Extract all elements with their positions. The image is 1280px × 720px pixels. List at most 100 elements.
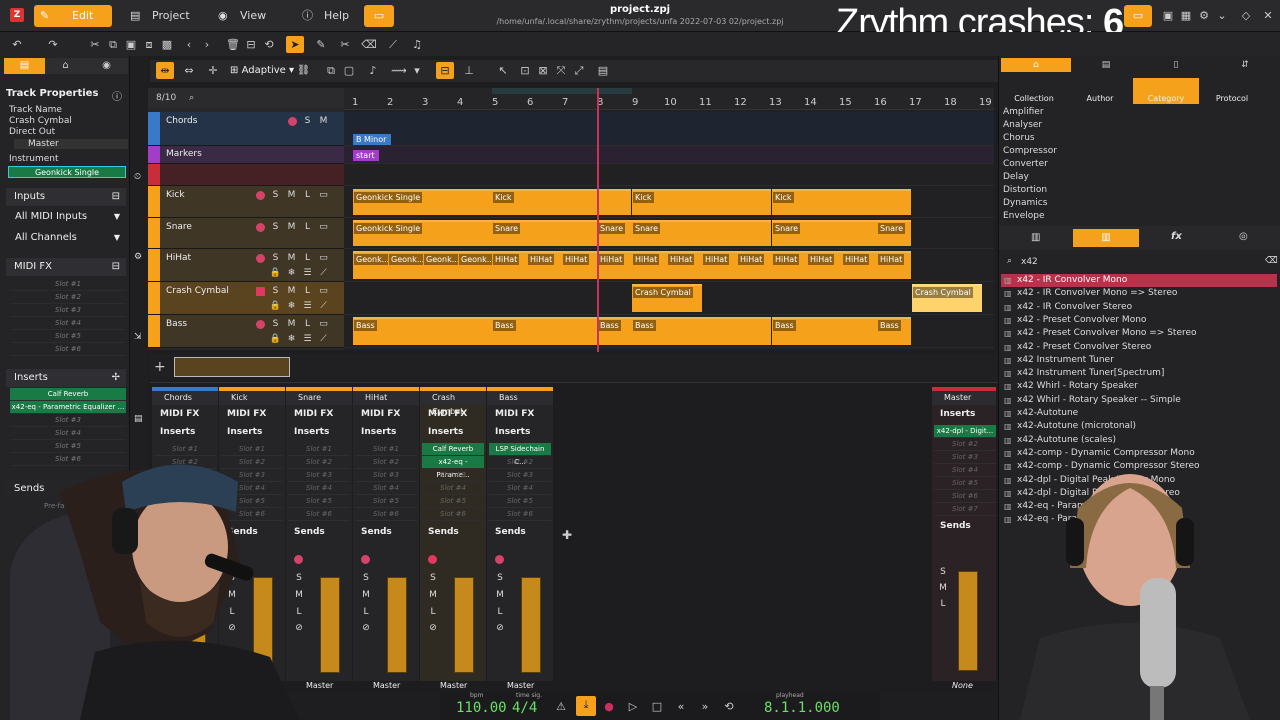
snare-region[interactable]: Snare xyxy=(632,220,771,246)
kick-region[interactable]: Geonkick Single xyxy=(353,189,492,215)
move-icon[interactable]: ✛ xyxy=(204,62,222,79)
track-snare[interactable]: Snare S M L ▭ xyxy=(148,218,344,249)
category-item[interactable]: Chorus xyxy=(1003,133,1035,143)
plugin-item[interactable]: ▥ x42 Instrument Tuner xyxy=(1001,354,1277,367)
insert-slot[interactable]: Slot #3 xyxy=(10,414,126,427)
mixer-icon[interactable]: ▤ xyxy=(134,414,143,424)
tab-plugin-browser[interactable]: ⌂ xyxy=(1001,58,1071,72)
knob-icon[interactable]: ✢ xyxy=(112,369,120,387)
redo-icon[interactable]: ↷ xyxy=(44,36,62,53)
record-icon[interactable]: ● xyxy=(600,698,618,715)
zoom-out-icon[interactable]: ⊠ xyxy=(534,62,552,79)
music-note-icon[interactable]: ♪ xyxy=(364,62,382,79)
hihat-region[interactable]: HiHat xyxy=(492,251,527,279)
midi-fx-slot[interactable]: Slot #4 xyxy=(10,317,126,330)
freeze-icon[interactable]: ❄ xyxy=(285,267,298,280)
plugin-item[interactable]: ▥ x42 Whirl - Rotary Speaker -- Simple xyxy=(1001,394,1277,407)
bpm-display[interactable]: 110.00 xyxy=(456,700,507,716)
plugin-item[interactable]: ▥ x42 - IR Convolver Stereo xyxy=(1001,301,1277,314)
notifications-button[interactable]: ▭ xyxy=(1124,5,1152,27)
copy-icon[interactable]: ⧉ xyxy=(322,62,340,79)
fx-filter-button[interactable]: fx xyxy=(1171,231,1182,242)
trash-icon[interactable]: 🗑 xyxy=(224,36,242,53)
listen-button[interactable]: L xyxy=(361,607,371,617)
track-name-value[interactable]: Crash Cymbal xyxy=(9,116,72,126)
mixer-channel[interactable]: Crash Cymbal MIDI FX Inserts Calf Reverb x42… xyxy=(420,387,486,690)
solo-button[interactable]: S xyxy=(301,115,314,128)
hihat-region[interactable]: HiHat xyxy=(842,251,877,279)
solo-button[interactable]: S xyxy=(428,573,438,583)
search-icon[interactable]: ⌕ xyxy=(189,93,194,103)
bass-region[interactable]: Bass xyxy=(632,317,771,345)
hihat-region[interactable]: HiHat xyxy=(772,251,807,279)
record-button[interactable] xyxy=(256,191,265,200)
eraser-tool-icon[interactable]: ⌫ xyxy=(360,36,378,53)
snare-region[interactable]: Snare xyxy=(597,220,632,246)
bass-region[interactable]: Bass xyxy=(492,317,597,345)
midi-fx-slot[interactable]: Slot #6 xyxy=(10,343,126,356)
solo-button[interactable]: S xyxy=(269,221,282,234)
hihat-region[interactable]: HiHat xyxy=(562,251,597,279)
plugin-item[interactable]: ▥ x42-Autotune (microtonal) xyxy=(1001,420,1277,433)
snare-region[interactable]: Snare xyxy=(772,220,877,246)
listen-button[interactable]: L xyxy=(938,599,948,609)
kick-region[interactable]: Kick xyxy=(492,189,631,215)
insert-slot[interactable]: Slot #2 xyxy=(489,456,551,469)
track-kick[interactable]: Kick S M L ▭ xyxy=(148,186,344,218)
hihat-region[interactable]: Geonk... xyxy=(388,251,427,279)
mute-button[interactable]: M xyxy=(317,115,330,128)
insert-slot[interactable]: x42-eq - Parame... xyxy=(422,456,484,479)
insert-slot[interactable]: Slot #4 xyxy=(355,482,417,495)
mute-button[interactable]: M xyxy=(495,590,505,600)
clear-search-icon[interactable]: ⌫ xyxy=(1265,256,1278,266)
category-item[interactable]: Amplifier xyxy=(1003,107,1044,117)
category-item[interactable]: Distortion xyxy=(1003,185,1047,195)
pencil-tool-icon[interactable]: ✎ xyxy=(312,36,330,53)
record-button[interactable] xyxy=(428,555,437,564)
direct-out-select[interactable]: Master xyxy=(14,139,128,149)
record-button[interactable] xyxy=(256,223,265,232)
zoom-in-icon[interactable]: ⊡ xyxy=(516,62,534,79)
bass-region[interactable]: Bass xyxy=(353,317,492,345)
channels-select[interactable]: All Channels ▼ xyxy=(8,229,126,247)
record-button[interactable] xyxy=(256,254,265,263)
hihat-region[interactable]: Geonk... xyxy=(353,251,392,279)
hihat-region[interactable]: HiHat xyxy=(807,251,842,279)
delete-icon[interactable]: ▩ xyxy=(158,36,176,53)
track-hihat[interactable]: HiHat S M L ▭ 🔒 ❄ ☰ ⟋ xyxy=(148,249,344,282)
category-item[interactable]: Analyser xyxy=(1003,120,1042,130)
volume-fader[interactable] xyxy=(958,571,978,671)
tab-visibility[interactable]: ◉ xyxy=(86,58,127,74)
insert-slot[interactable]: x42-dpl - Digit... xyxy=(934,425,996,438)
tab-monitor[interactable]: ▯ xyxy=(1141,58,1211,72)
insert-slot[interactable]: Slot #5 xyxy=(355,495,417,508)
playhead-line[interactable] xyxy=(597,88,599,352)
insert-slot[interactable]: Slot #4 xyxy=(10,427,126,440)
snare-region[interactable]: Snare xyxy=(492,220,597,246)
ramp-tool-icon[interactable]: ⟋ xyxy=(384,36,402,53)
track-hidden[interactable] xyxy=(148,164,344,186)
master-channel[interactable]: Master Inserts x42-dpl - Digit... Slot #2 Sl… xyxy=(932,387,996,690)
copy-icon[interactable]: ⧉ xyxy=(104,36,122,53)
hihat-region[interactable]: HiHat xyxy=(632,251,667,279)
volume-fader[interactable] xyxy=(521,577,541,673)
menu-project[interactable]: ▤ Project xyxy=(124,5,194,27)
pointer-icon[interactable]: ↖ xyxy=(494,62,512,79)
plugin-search-input[interactable]: ⌕ x42 ⌫ xyxy=(1003,256,1279,270)
phase-icon[interactable]: ⊘ xyxy=(495,623,505,633)
loop-range[interactable] xyxy=(492,88,632,94)
track-bass[interactable]: Bass S M L ▭ 🔒 ❄ ☰ ⟋ xyxy=(148,315,344,348)
duplicate-icon[interactable]: ⧈ xyxy=(140,36,158,53)
monitor-icon[interactable]: ▭ xyxy=(317,285,330,298)
snap-events-icon[interactable]: ⊥ xyxy=(460,62,478,79)
insert-slot[interactable]: Slot #5 xyxy=(422,495,484,508)
expand-icon[interactable]: ⇲ xyxy=(134,332,142,342)
midi-fx-slot[interactable]: Slot #5 xyxy=(10,330,126,343)
plugin-item[interactable]: ▥ x42 - Preset Convolver Mono => Stereo xyxy=(1001,327,1277,340)
plugin-item[interactable]: ▥ x42 Whirl - Rotary Speaker xyxy=(1001,380,1277,393)
plugin-item[interactable]: ▥ x42 - IR Convolver Mono => Stereo xyxy=(1001,287,1277,300)
record-button[interactable] xyxy=(256,287,265,296)
mute-button[interactable]: M xyxy=(285,252,298,265)
kick-region[interactable]: Kick xyxy=(772,189,911,215)
category-item[interactable]: Compressor xyxy=(1003,146,1057,156)
